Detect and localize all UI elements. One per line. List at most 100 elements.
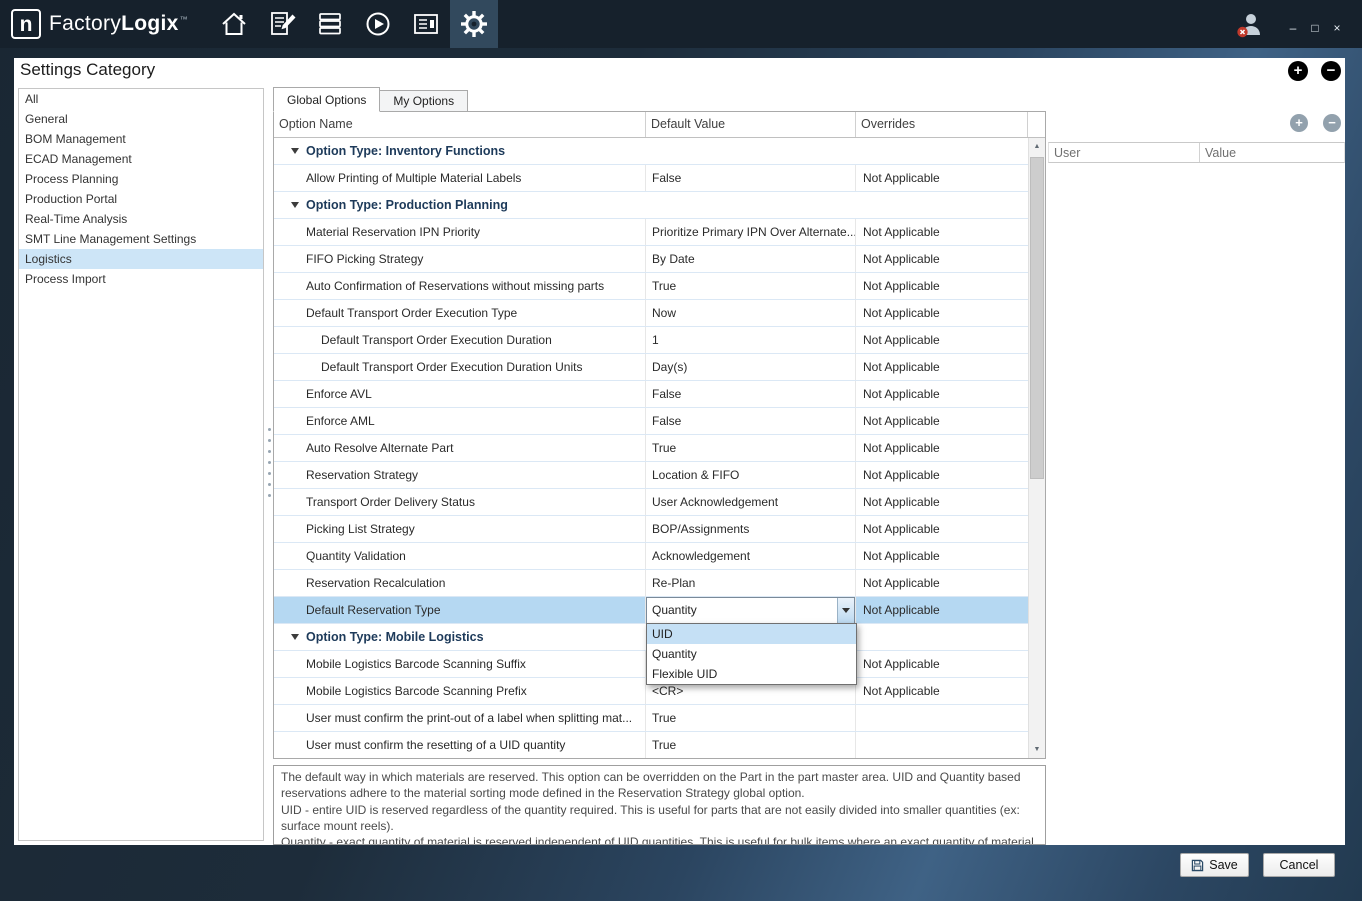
user-status[interactable] bbox=[1234, 9, 1264, 39]
nav-process-planning[interactable] bbox=[258, 0, 306, 48]
sidebar-item-process-import[interactable]: Process Import bbox=[19, 269, 263, 289]
option-row-transport-order-delivery-status[interactable]: Transport Order Delivery StatusUser Ackn… bbox=[274, 489, 1028, 516]
group-label: Option Type: Inventory Functions bbox=[306, 144, 505, 158]
reservation-type-combobox[interactable]: Quantity bbox=[646, 597, 855, 623]
default-value-cell: By Date bbox=[646, 246, 856, 272]
nav-reports[interactable] bbox=[402, 0, 450, 48]
scroll-down-icon[interactable]: ▼ bbox=[1029, 741, 1045, 758]
group-row-option-type-production-planning[interactable]: Option Type: Production Planning bbox=[274, 192, 1028, 219]
option-row-user-must-confirm-the-resetting-of-a-uid[interactable]: User must confirm the resetting of a UID… bbox=[274, 732, 1028, 758]
option-row-default-transport-order-execution-durati[interactable]: Default Transport Order Execution Durati… bbox=[274, 327, 1028, 354]
options-tabs: Global OptionsMy Options bbox=[273, 87, 467, 112]
overrides-cell: Not Applicable bbox=[856, 489, 1028, 515]
brand-trademark: ™ bbox=[180, 15, 188, 24]
sidebar-item-bom-management[interactable]: BOM Management bbox=[19, 129, 263, 149]
sidebar-item-all[interactable]: All bbox=[19, 89, 263, 109]
column-header-default-value[interactable]: Default Value bbox=[646, 112, 856, 137]
overrides-cell bbox=[856, 732, 1028, 758]
category-add-button[interactable]: + bbox=[1288, 61, 1308, 81]
default-value-cell: 1 bbox=[646, 327, 856, 353]
overrides-grid-header: UserValue bbox=[1048, 142, 1345, 163]
option-name-cell: FIFO Picking Strategy bbox=[274, 246, 646, 272]
sidebar-item-ecad-management[interactable]: ECAD Management bbox=[19, 149, 263, 169]
overrides-cell: Not Applicable bbox=[856, 354, 1028, 380]
overrides-panel: UserValue bbox=[1048, 142, 1345, 163]
override-remove-button[interactable]: − bbox=[1323, 114, 1341, 132]
nav-dispatch[interactable] bbox=[354, 0, 402, 48]
option-name-cell: Default Reservation Type bbox=[274, 597, 646, 623]
overrides-cell: Not Applicable bbox=[856, 570, 1028, 596]
option-name-cell: Transport Order Delivery Status bbox=[274, 489, 646, 515]
brand-factory: Factory bbox=[49, 12, 121, 35]
overrides-cell: Not Applicable bbox=[856, 678, 1028, 704]
column-header-option-name[interactable]: Option Name bbox=[274, 112, 646, 137]
nav-home[interactable] bbox=[210, 0, 258, 48]
collapse-icon[interactable] bbox=[291, 202, 299, 208]
default-value-cell: False bbox=[646, 165, 856, 191]
maximize-button[interactable]: □ bbox=[1304, 18, 1326, 38]
sidebar-splitter[interactable] bbox=[266, 428, 272, 497]
chevron-down-icon bbox=[842, 608, 850, 613]
option-row-reservation-recalculation[interactable]: Reservation RecalculationRe-PlanNot Appl… bbox=[274, 570, 1028, 597]
sidebar-item-general[interactable]: General bbox=[19, 109, 263, 129]
option-row-auto-confirmation-of-reservations-withou[interactable]: Auto Confirmation of Reservations withou… bbox=[274, 273, 1028, 300]
tab-global-options[interactable]: Global Options bbox=[273, 87, 380, 112]
save-button[interactable]: Save bbox=[1180, 853, 1249, 877]
overrides-cell: Not Applicable bbox=[856, 165, 1028, 191]
option-row-picking-list-strategy[interactable]: Picking List StrategyBOP/AssignmentsNot … bbox=[274, 516, 1028, 543]
sidebar-item-production-portal[interactable]: Production Portal bbox=[19, 189, 263, 209]
option-row-allow-printing-of-multiple-material-labe[interactable]: Allow Printing of Multiple Material Labe… bbox=[274, 165, 1028, 192]
overrides-column-header-user[interactable]: User bbox=[1049, 143, 1200, 162]
option-name-cell: Reservation Recalculation bbox=[274, 570, 646, 596]
option-row-enforce-aml[interactable]: Enforce AMLFalseNot Applicable bbox=[274, 408, 1028, 435]
combobox-dropdown-button[interactable] bbox=[837, 598, 854, 623]
option-row-default-transport-order-execution-type[interactable]: Default Transport Order Execution TypeNo… bbox=[274, 300, 1028, 327]
collapse-icon[interactable] bbox=[291, 634, 299, 640]
nav-inventory[interactable] bbox=[306, 0, 354, 48]
nav-settings[interactable] bbox=[450, 0, 498, 48]
option-name-cell: User must confirm the print-out of a lab… bbox=[274, 705, 646, 731]
grid-vertical-scrollbar[interactable]: ▲ ▼ bbox=[1028, 138, 1045, 758]
tab-my-options[interactable]: My Options bbox=[379, 90, 468, 112]
dropdown-item-quantity[interactable]: Quantity bbox=[647, 644, 856, 664]
overrides-cell: Not Applicable bbox=[856, 381, 1028, 407]
option-row-fifo-picking-strategy[interactable]: FIFO Picking StrategyBy DateNot Applicab… bbox=[274, 246, 1028, 273]
collapse-icon[interactable] bbox=[291, 148, 299, 154]
option-name-cell: Reservation Strategy bbox=[274, 462, 646, 488]
sidebar-item-smt-line-management-settings[interactable]: SMT Line Management Settings bbox=[19, 229, 263, 249]
minimize-button[interactable]: – bbox=[1282, 18, 1304, 38]
group-label: Option Type: Mobile Logistics bbox=[306, 630, 484, 644]
scroll-up-icon[interactable]: ▲ bbox=[1029, 138, 1045, 155]
sidebar-item-process-planning[interactable]: Process Planning bbox=[19, 169, 263, 189]
dropdown-item-uid[interactable]: UID bbox=[647, 624, 856, 644]
option-row-user-must-confirm-the-print-out-of-a-lab[interactable]: User must confirm the print-out of a lab… bbox=[274, 705, 1028, 732]
option-name-cell: Enforce AML bbox=[274, 408, 646, 434]
option-row-default-transport-order-execution-durati[interactable]: Default Transport Order Execution Durati… bbox=[274, 354, 1028, 381]
override-add-button[interactable]: + bbox=[1290, 114, 1308, 132]
option-row-material-reservation-ipn-priority[interactable]: Material Reservation IPN PriorityPriorit… bbox=[274, 219, 1028, 246]
option-name-cell: Allow Printing of Multiple Material Labe… bbox=[274, 165, 646, 191]
cancel-button[interactable]: Cancel bbox=[1263, 853, 1335, 877]
dropdown-item-flexible-uid[interactable]: Flexible UID bbox=[647, 664, 856, 684]
overrides-cell: Not Applicable bbox=[856, 408, 1028, 434]
category-remove-button[interactable]: − bbox=[1321, 61, 1341, 81]
option-row-default-reservation-type[interactable]: Default Reservation TypeQuantityNot Appl… bbox=[274, 597, 1028, 624]
app-window: n FactoryLogix™ bbox=[0, 0, 1362, 901]
overrides-column-header-value[interactable]: Value bbox=[1200, 143, 1344, 162]
close-button[interactable]: × bbox=[1326, 18, 1348, 38]
sidebar-item-real-time-analysis[interactable]: Real-Time Analysis bbox=[19, 209, 263, 229]
overrides-cell: Not Applicable bbox=[856, 462, 1028, 488]
option-row-enforce-avl[interactable]: Enforce AVLFalseNot Applicable bbox=[274, 381, 1028, 408]
option-row-reservation-strategy[interactable]: Reservation StrategyLocation & FIFONot A… bbox=[274, 462, 1028, 489]
option-name-cell: Default Transport Order Execution Durati… bbox=[274, 327, 646, 353]
overrides-cell: Not Applicable bbox=[856, 273, 1028, 299]
save-disk-icon bbox=[1191, 859, 1204, 872]
sidebar-item-logistics[interactable]: Logistics bbox=[19, 249, 263, 269]
column-header-overrides[interactable]: Overrides bbox=[856, 112, 1028, 137]
titlebar: n FactoryLogix™ bbox=[0, 0, 1362, 48]
group-row-option-type-inventory-functions[interactable]: Option Type: Inventory Functions bbox=[274, 138, 1028, 165]
option-row-auto-resolve-alternate-part[interactable]: Auto Resolve Alternate PartTrueNot Appli… bbox=[274, 435, 1028, 462]
option-name-cell: Picking List Strategy bbox=[274, 516, 646, 542]
option-row-quantity-validation[interactable]: Quantity ValidationAcknowledgementNot Ap… bbox=[274, 543, 1028, 570]
scrollbar-thumb[interactable] bbox=[1030, 157, 1044, 479]
